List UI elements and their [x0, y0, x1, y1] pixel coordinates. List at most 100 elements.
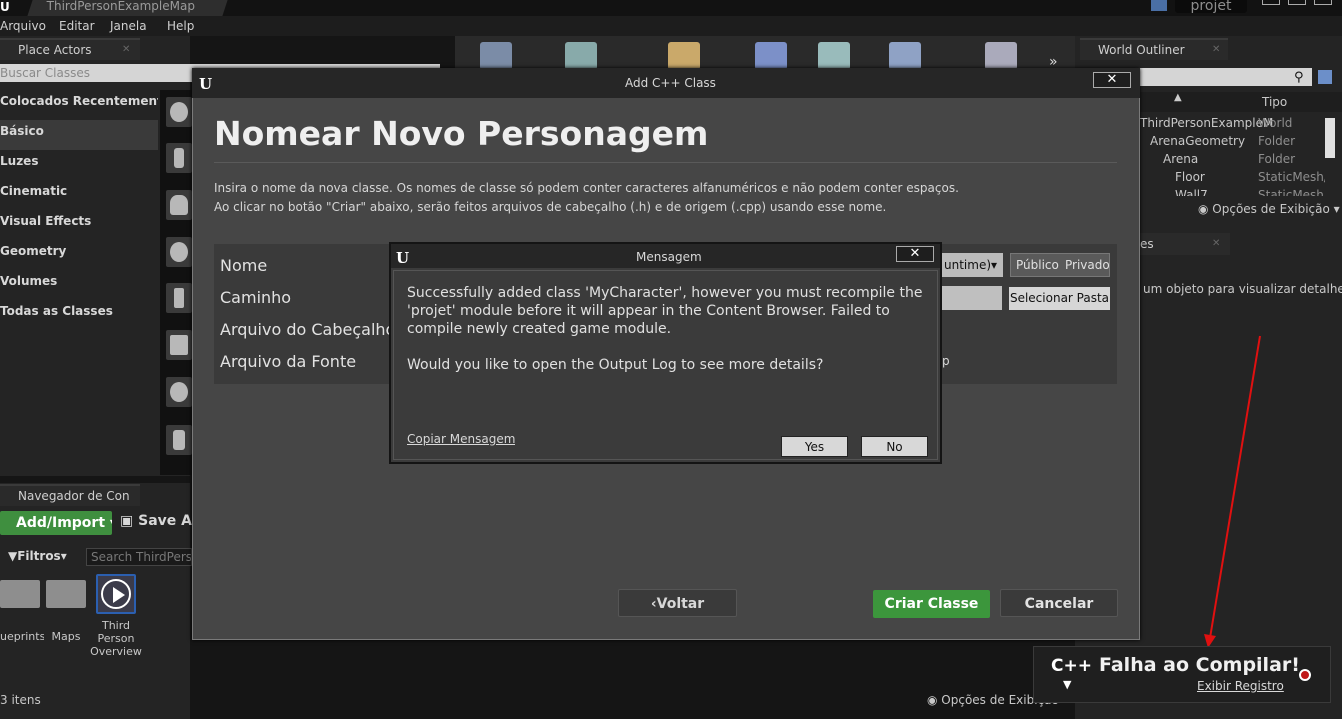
cinematics-icon[interactable]	[818, 42, 850, 70]
point-light-icon[interactable]	[166, 237, 192, 267]
outliner-view-options[interactable]: ◉ Opções de Exibição ▾	[1198, 202, 1340, 216]
content-search-input[interactable]: Search ThirdPerso	[86, 548, 192, 566]
add-actor-icon[interactable]	[1318, 70, 1332, 84]
folder-label-blueprints: ueprints	[0, 630, 44, 643]
category-basic[interactable]: Básico	[0, 120, 158, 150]
window-controls[interactable]	[1258, 0, 1342, 6]
dialog-close-button[interactable]: ✕	[1093, 72, 1131, 88]
maps-folder-icon[interactable]	[46, 580, 86, 608]
heading-divider	[214, 162, 1117, 163]
name-label: Nome	[220, 256, 268, 275]
map-tab[interactable]: ThirdPersonExampleMap	[27, 0, 228, 16]
map-tab-label: ThirdPersonExampleMap	[46, 0, 195, 13]
character-actor-icon[interactable]	[166, 143, 192, 173]
outliner-row[interactable]: Wall7 StaticMesh/	[1140, 186, 1325, 196]
outliner-row[interactable]: Arena Folder	[1140, 150, 1325, 168]
message-text-1: Successfully added class 'MyCharacter', …	[407, 285, 923, 337]
sphere-mesh-icon[interactable]	[166, 377, 192, 407]
world-outliner-tab[interactable]: World Outliner ✕	[1080, 38, 1228, 60]
close-tab-icon[interactable]: ✕	[1212, 40, 1220, 60]
save-icon[interactable]	[480, 42, 512, 70]
category-geometry[interactable]: Geometry	[0, 240, 158, 270]
place-actors-tab[interactable]: Place Actors ✕	[0, 38, 140, 60]
copy-message-link[interactable]: Copiar Mensagem	[407, 432, 515, 446]
public-button[interactable]: Público	[1016, 254, 1059, 276]
toast-message: Falha ao Compilar!	[1099, 654, 1300, 676]
minimize-icon[interactable]	[1262, 0, 1280, 5]
yes-button[interactable]: Yes	[781, 436, 848, 457]
source-control-icon[interactable]	[1151, 0, 1167, 11]
menu-arquivo[interactable]: Arquivo	[0, 19, 46, 33]
source-control-toolbar-icon[interactable]	[565, 42, 597, 70]
expand-arrow-icon[interactable]: ▼	[1063, 678, 1071, 691]
outliner-scrollbar[interactable]	[1325, 118, 1335, 158]
outliner-row[interactable]: ArenaGeometry Folder	[1140, 132, 1325, 150]
row-label: ThirdPersonExampleM	[1140, 116, 1274, 130]
blueprints-folder-icon[interactable]	[0, 580, 40, 608]
search-icon: ⚲	[1294, 70, 1304, 85]
show-log-link[interactable]: Exibir Registro	[1197, 679, 1284, 693]
module-dropdown-label: untime)	[944, 258, 992, 272]
menu-editar[interactable]: Editar	[59, 19, 95, 33]
pawn-actor-icon[interactable]	[166, 190, 192, 220]
menu-janela[interactable]: Janela	[110, 19, 147, 33]
maximize-icon[interactable]	[1288, 0, 1306, 5]
select-folder-button[interactable]: Selecionar Pasta	[1009, 287, 1110, 310]
folder-label-maps: Maps	[51, 630, 81, 643]
cylinder-actor-icon[interactable]	[166, 425, 192, 455]
row-type: World	[1258, 116, 1293, 130]
filters-button[interactable]: ▼Filtros▾	[8, 549, 67, 563]
instructions-line-2: Ao clicar no botão "Criar" abaixo, serão…	[214, 200, 887, 214]
column-type[interactable]: Tipo	[1262, 95, 1287, 109]
close-tab-icon[interactable]: ✕	[1212, 233, 1220, 255]
player-start-icon[interactable]	[166, 283, 192, 313]
project-name: projet	[1175, 0, 1247, 13]
sort-arrow-icon[interactable]: ▲	[1174, 92, 1182, 103]
row-label: ArenaGeometry	[1150, 134, 1246, 148]
add-import-button[interactable]: Add/Import ▾	[0, 511, 112, 535]
outliner-search-input[interactable]	[1140, 68, 1312, 86]
back-button[interactable]: ‹Voltar	[618, 589, 737, 617]
category-recent[interactable]: Colocados Recentemente	[0, 90, 158, 120]
private-button[interactable]: Privado	[1065, 254, 1110, 276]
sphere-actor-icon[interactable]	[166, 97, 192, 127]
cube-actor-icon[interactable]	[166, 330, 192, 360]
message-close-button[interactable]: ✕	[896, 246, 934, 262]
row-type: StaticMesh/	[1258, 170, 1325, 184]
world-outliner-tab-label: World Outliner	[1098, 43, 1185, 57]
category-cinematic[interactable]: Cinematic	[0, 180, 158, 210]
source-file-label: Arquivo da Fonte	[220, 352, 357, 371]
close-window-icon[interactable]	[1314, 0, 1332, 5]
details-tab[interactable]: es ✕	[1140, 233, 1230, 255]
ue-menu-logo[interactable]: U	[0, 0, 14, 14]
save-all-button[interactable]: ▣ Save Al	[120, 513, 197, 529]
message-title: Mensagem	[636, 250, 702, 264]
category-volumes[interactable]: Volumes	[0, 270, 158, 300]
launch-icon[interactable]	[985, 42, 1017, 70]
outliner-header: ▲ Tipo	[1140, 92, 1342, 112]
close-tab-icon[interactable]: ✕	[122, 40, 130, 60]
row-type: StaticMesh/	[1258, 188, 1325, 196]
content-browser-tab[interactable]: Navegador de Con	[0, 484, 140, 506]
dialog-title: Add C++ Class	[625, 76, 716, 90]
settings-tools-icon[interactable]	[668, 42, 700, 70]
outliner-row[interactable]: Floor StaticMesh/	[1140, 168, 1325, 186]
path-input[interactable]	[942, 286, 1002, 310]
category-all-classes[interactable]: Todas as Classes	[0, 300, 158, 330]
outliner-view-options-label: Opções de Exibição	[1212, 202, 1330, 216]
module-dropdown[interactable]: untime)▾	[942, 253, 1003, 277]
visibility-toggle: Público Privado	[1010, 253, 1110, 277]
category-visual-effects[interactable]: Visual Effects	[0, 210, 158, 240]
outliner-row[interactable]: ThirdPersonExampleM World	[1140, 114, 1325, 132]
build-icon[interactable]	[889, 42, 921, 70]
category-lights[interactable]: Luzes	[0, 150, 158, 180]
unreal-logo-icon: U	[396, 249, 410, 267]
no-button[interactable]: No	[861, 436, 928, 457]
blueprints-icon[interactable]	[755, 42, 787, 70]
create-class-button[interactable]: Criar Classe	[873, 590, 990, 618]
cpp-badge-icon: C++	[1051, 656, 1092, 676]
arrow-shaft	[1209, 335, 1261, 639]
back-button-label: Voltar	[656, 596, 705, 612]
cancel-button[interactable]: Cancelar	[1000, 589, 1118, 617]
menu-help[interactable]: Help	[167, 19, 194, 33]
